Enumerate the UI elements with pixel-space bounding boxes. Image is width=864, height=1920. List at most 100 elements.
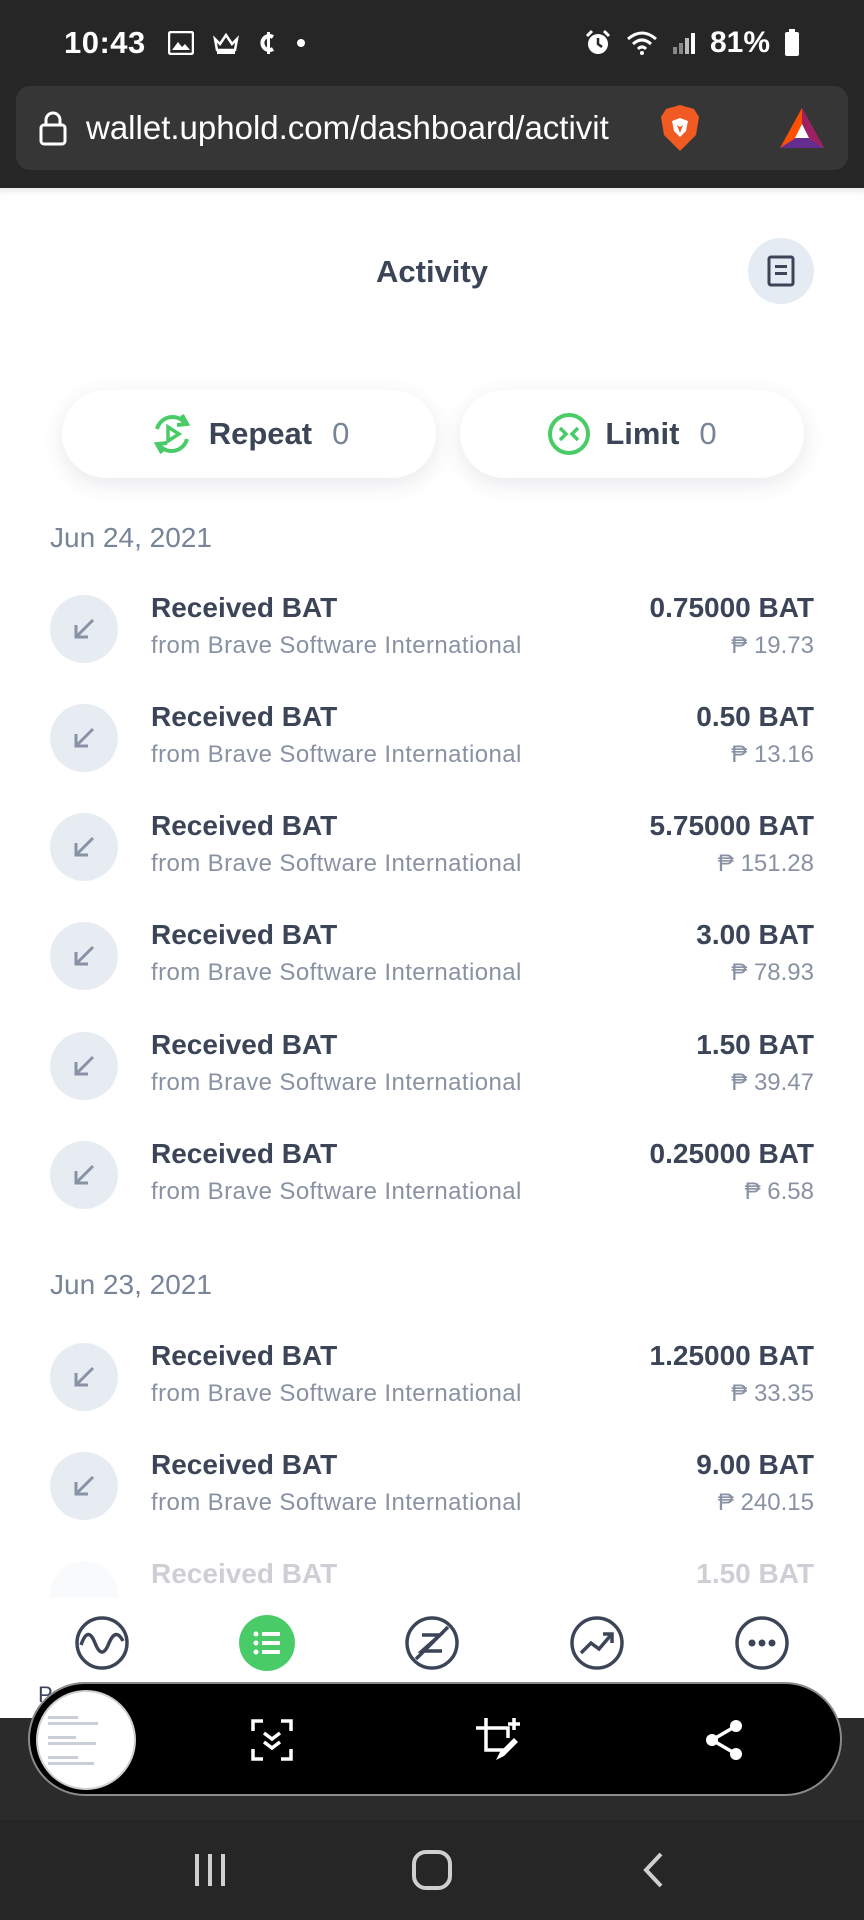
transaction-title: Received BAT	[151, 1558, 338, 1589]
page-title: Activity	[376, 254, 488, 289]
screenshot-toolbar	[28, 1682, 842, 1796]
cent-icon	[258, 30, 278, 56]
transaction-subtitle: from Brave Software International	[151, 1069, 522, 1096]
transaction-row[interactable]: Received BAT from Brave Software Interna…	[0, 911, 864, 1001]
transaction-row[interactable]: Received BAT from Brave Software Interna…	[0, 693, 864, 783]
transaction-subtitle: from Brave Software International	[151, 1178, 522, 1205]
transaction-amount: 5.75000 BAT	[649, 810, 814, 841]
date-header: Jun 24, 2021	[50, 522, 212, 553]
transaction-title: Received BAT	[151, 1340, 338, 1371]
transaction-amount: 1.50 BAT	[696, 1029, 814, 1060]
transaction-amount: 1.25000 BAT	[649, 1340, 814, 1371]
share-screenshot-button[interactable]	[696, 1712, 752, 1768]
transaction-fiat: ₱ 6.58	[744, 1178, 814, 1205]
activity-page: Activity Repeat 0 Limit 0 Jun 24, 2021 R…	[0, 188, 864, 1718]
gallery-icon	[167, 31, 194, 55]
transaction-amount: 3.00 BAT	[696, 919, 814, 950]
signal-icon	[672, 31, 696, 55]
transaction-title: Received BAT	[151, 810, 338, 841]
nav-portfolio[interactable]	[72, 1613, 132, 1673]
wifi-icon	[626, 30, 658, 56]
battery-icon	[784, 29, 800, 57]
document-icon	[766, 255, 796, 287]
edit-screenshot-button[interactable]	[470, 1712, 526, 1768]
recent-apps-icon[interactable]	[190, 1850, 230, 1890]
limit-count: 0	[699, 416, 717, 451]
limit-filter-button[interactable]: Limit 0	[460, 390, 804, 478]
alarm-icon	[584, 29, 612, 57]
transaction-title: Received BAT	[151, 701, 338, 732]
transaction-amount: 0.25000 BAT	[649, 1138, 814, 1169]
bottom-navigation	[0, 1598, 864, 1688]
transaction-fiat: ₱ 39.47	[731, 1069, 814, 1096]
transaction-subtitle: from Brave Software International	[151, 741, 522, 768]
transaction-amount: 1.50 BAT	[696, 1558, 814, 1589]
screenshot-thumbnail[interactable]	[36, 1690, 136, 1790]
url-text[interactable]: wallet.uphold.com/dashboard/activit	[86, 109, 638, 147]
system-navigation-bar	[0, 1820, 864, 1920]
repeat-filter-button[interactable]: Repeat 0	[62, 390, 436, 478]
dot-icon	[296, 38, 306, 48]
activity-list-icon	[238, 1614, 296, 1672]
more-icon	[734, 1615, 790, 1671]
date-header: Jun 23, 2021	[50, 1269, 212, 1300]
nav-transact[interactable]	[402, 1613, 462, 1673]
limit-icon	[547, 412, 591, 456]
received-arrow-icon	[50, 704, 118, 772]
received-arrow-icon	[50, 1343, 118, 1411]
status-bar: 10:43 81%	[0, 0, 864, 86]
received-arrow-icon	[50, 813, 118, 881]
transaction-row[interactable]: Received BAT from Brave Software Interna…	[0, 584, 864, 674]
transaction-subtitle: from Brave Software International	[151, 1489, 522, 1516]
transaction-amount: 9.00 BAT	[696, 1449, 814, 1480]
trends-icon	[569, 1615, 625, 1671]
received-arrow-icon	[50, 1032, 118, 1100]
transaction-subtitle: from Brave Software International	[151, 959, 522, 986]
transaction-title: Received BAT	[151, 1138, 338, 1169]
share-icon	[702, 1718, 746, 1762]
transaction-title: Received BAT	[151, 1449, 338, 1480]
lock-icon[interactable]	[38, 110, 68, 146]
transaction-row[interactable]: Received BAT from Brave Software Interna…	[0, 1441, 864, 1531]
transaction-fiat: ₱ 151.28	[717, 850, 814, 877]
transaction-title: Received BAT	[151, 919, 338, 950]
transaction-row[interactable]: Received BAT from Brave Software Interna…	[0, 1332, 864, 1422]
transaction-amount: 0.50 BAT	[696, 701, 814, 732]
crown-icon	[212, 31, 240, 55]
status-time: 10:43	[64, 25, 146, 60]
back-icon[interactable]	[634, 1850, 674, 1890]
received-arrow-icon	[50, 922, 118, 990]
received-arrow-icon	[50, 595, 118, 663]
nav-more[interactable]	[732, 1613, 792, 1673]
repeat-label: Repeat	[208, 416, 313, 451]
scroll-capture-button[interactable]	[244, 1712, 300, 1768]
report-button[interactable]	[748, 238, 814, 304]
transaction-row[interactable]: Received BAT from Brave Software Interna…	[0, 1021, 864, 1111]
home-icon[interactable]	[410, 1848, 454, 1892]
repeat-count: 0	[332, 416, 350, 451]
crop-edit-icon	[474, 1716, 522, 1764]
transaction-subtitle: from Brave Software International	[151, 632, 522, 659]
scroll-capture-icon	[249, 1717, 295, 1763]
transaction-fiat: ₱ 78.93	[731, 959, 814, 986]
nav-activity[interactable]	[237, 1613, 297, 1673]
pulse-icon	[74, 1615, 130, 1671]
received-arrow-icon	[50, 1141, 118, 1209]
transaction-amount: 0.75000 BAT	[649, 592, 814, 623]
transaction-subtitle: from Brave Software International	[151, 1380, 522, 1407]
exchange-icon	[404, 1615, 460, 1671]
battery-percent: 81%	[709, 26, 770, 59]
transaction-fiat: ₱ 240.15	[717, 1489, 814, 1516]
transaction-fiat: ₱ 19.73	[731, 632, 814, 659]
bat-rewards-icon[interactable]	[778, 106, 826, 150]
transaction-row[interactable]: Received BAT from Brave Software Interna…	[0, 1130, 864, 1220]
transaction-fiat: ₱ 13.16	[731, 741, 814, 768]
transaction-title: Received BAT	[151, 1029, 338, 1060]
transaction-row[interactable]: Received BAT from Brave Software Interna…	[0, 802, 864, 892]
brave-shields-icon[interactable]	[658, 103, 702, 153]
address-bar[interactable]: wallet.uphold.com/dashboard/activit	[16, 86, 848, 170]
browser-toolbar: wallet.uphold.com/dashboard/activit	[0, 86, 864, 188]
transaction-fiat: ₱ 33.35	[731, 1380, 814, 1407]
transaction-subtitle: from Brave Software International	[151, 850, 522, 877]
nav-trends[interactable]	[567, 1613, 627, 1673]
